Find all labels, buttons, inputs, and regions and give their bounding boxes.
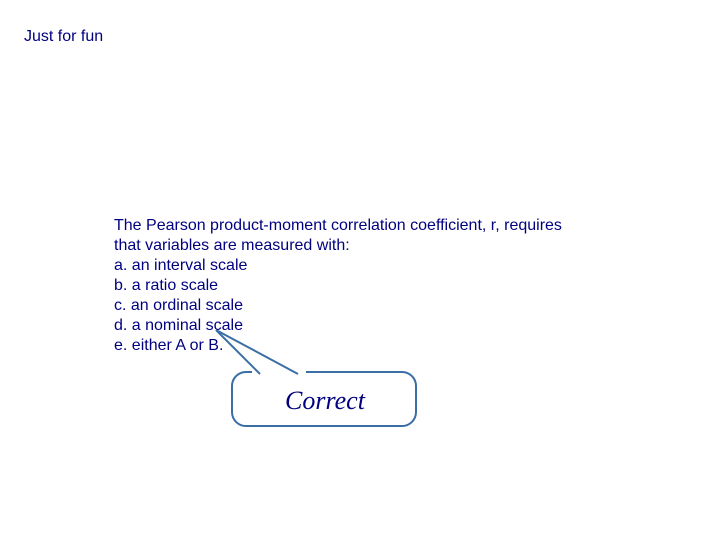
option-c: c. an ordinal scale <box>114 296 634 316</box>
page-title: Just for fun <box>24 28 103 46</box>
option-a: a. an interval scale <box>114 256 634 276</box>
correct-callout: Correct <box>160 330 440 450</box>
correct-label: Correct <box>240 386 410 416</box>
question-stem-line2: that variables are measured with: <box>114 236 634 256</box>
question-stem-line1: The Pearson product-moment correlation c… <box>114 216 634 236</box>
option-b: b. a ratio scale <box>114 276 634 296</box>
